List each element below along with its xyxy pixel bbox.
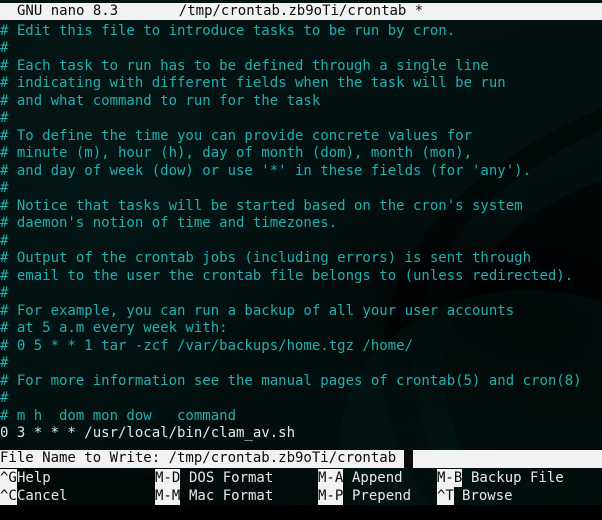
editor-line: # and what command to run for the task — [0, 92, 321, 109]
help-bar-row-1[interactable]: ^G Help M-D DOS Format M-A Append M-B Backup Fi… — [0, 469, 602, 487]
editor-line: # — [0, 390, 9, 406]
editor-line: # Output of the crontab jobs (including … — [0, 250, 532, 266]
editor-line: # Notice that tasks will be started base… — [0, 197, 523, 214]
editor-line: # — [0, 285, 9, 301]
shortcut-label[interactable]: Prepend — [352, 487, 411, 505]
shortcut-key[interactable]: ^G — [0, 469, 17, 487]
shortcut-key[interactable]: M-B — [437, 469, 463, 487]
editor-line: # — [0, 180, 9, 196]
shortcut-label[interactable]: Append — [352, 469, 403, 487]
shortcut-label[interactable]: Backup File — [471, 469, 564, 487]
shortcut-key[interactable]: M-A — [318, 469, 344, 487]
editor-line: # m h dom mon dow command — [0, 407, 237, 424]
editor-line: # — [0, 232, 9, 249]
shortcut-label[interactable]: Mac Format — [189, 487, 273, 505]
filename-prompt-text: File Name to Write: /tmp/crontab.zb9oTi/… — [0, 450, 397, 466]
editor-line: # Each task to run has to be defined thr… — [0, 57, 489, 74]
shortcut-label[interactable]: DOS Format — [189, 469, 273, 487]
editor-line: # and day of week (dow) or use '*' in th… — [0, 162, 532, 179]
shortcut-label[interactable]: Browse — [462, 487, 513, 505]
editor-line: # daemon's notion of time and timezones. — [0, 215, 338, 231]
text-cursor — [404, 450, 414, 468]
editor-text-area[interactable]: # Edit this file to introduce tasks to b… — [0, 0, 602, 505]
filename-prompt-bar[interactable]: File Name to Write: /tmp/crontab.zb9oTi/… — [0, 450, 602, 468]
editor-line: # For example, you can run a backup of a… — [0, 302, 515, 319]
shortcut-label[interactable]: Help — [17, 469, 51, 487]
shortcut-key[interactable]: M-D — [155, 469, 181, 487]
editor-line: # — [0, 110, 9, 126]
editor-line: # To define the time you can provide con… — [0, 127, 473, 144]
editor-line: 0 3 * * * /usr/local/bin/clam_av.sh — [0, 425, 296, 441]
editor-line: # minute (m), hour (h), day of month (do… — [0, 145, 473, 161]
editor-line: # at 5 a.m every week with: — [0, 320, 228, 336]
help-bar-row-2[interactable]: ^C Cancel M-M Mac Format M-P Prepend ^T Browse — [0, 487, 602, 505]
shortcut-key[interactable]: M-P — [318, 487, 344, 505]
shortcut-key[interactable]: M-M — [155, 487, 181, 505]
shortcut-key[interactable]: ^T — [437, 487, 454, 505]
editor-line: # For more information see the manual pa… — [0, 372, 582, 389]
editor-line: # indicating with different fields when … — [0, 75, 506, 91]
editor-line: # email to the user the crontab file bel… — [0, 267, 574, 284]
shortcut-key[interactable]: ^C — [0, 487, 17, 505]
terminal-window: GNU nano 8.3 /tmp/crontab.zb9oTi/crontab… — [0, 0, 602, 505]
editor-line: # — [0, 355, 9, 371]
shortcut-label[interactable]: Cancel — [17, 487, 68, 505]
editor-line: # 0 5 * * 1 tar -zcf /var/backups/home.t… — [0, 337, 414, 354]
editor-line: # Edit this file to introduce tasks to b… — [0, 22, 456, 39]
editor-line: # — [0, 40, 9, 56]
